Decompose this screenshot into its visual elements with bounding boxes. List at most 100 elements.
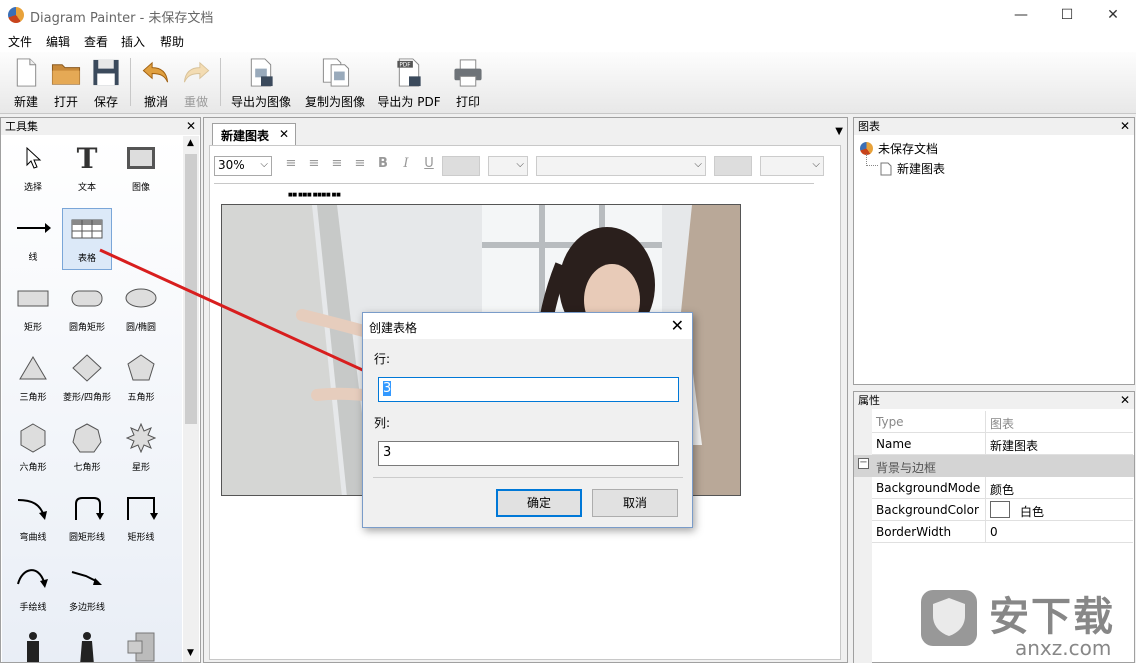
- tool-rounded-rectangle[interactable]: 圆角矩形: [62, 278, 112, 340]
- font-color-swatch[interactable]: [442, 156, 480, 176]
- properties-pane-close-icon[interactable]: ✕: [1120, 392, 1130, 409]
- minimize-button[interactable]: —: [998, 0, 1044, 30]
- fill-color-swatch[interactable]: [714, 156, 752, 176]
- collapse-icon[interactable]: −: [858, 458, 869, 469]
- align-right-icon[interactable]: ≡: [328, 156, 346, 176]
- tool-image[interactable]: 图像: [116, 138, 166, 200]
- zoom-select[interactable]: 30% ⌵: [214, 156, 272, 176]
- tool-computer[interactable]: [116, 628, 166, 662]
- redo-button[interactable]: 重做: [180, 54, 212, 110]
- scroll-up-icon[interactable]: ▲: [187, 138, 194, 148]
- align-center-icon[interactable]: ≡: [305, 156, 323, 176]
- close-button[interactable]: ✕: [1090, 0, 1136, 30]
- italic-button[interactable]: I: [397, 156, 415, 176]
- undo-button[interactable]: 撤消: [140, 54, 172, 110]
- align-left-icon[interactable]: ≡: [282, 156, 300, 176]
- tool-ellipse[interactable]: 圆/椭圆: [116, 278, 166, 340]
- rounded-connector-icon: [75, 497, 104, 520]
- menu-view[interactable]: 查看: [84, 33, 108, 50]
- tool-line[interactable]: 线: [8, 208, 58, 270]
- copy-image-button[interactable]: 复制为图像: [304, 54, 366, 110]
- tool-select[interactable]: 选择: [8, 138, 58, 200]
- property-row[interactable]: Type 图表: [872, 411, 1133, 433]
- export-pdf-button[interactable]: PDF 导出为 PDF: [377, 54, 441, 110]
- tool-hexagon[interactable]: 六角形: [8, 418, 58, 480]
- rounded-rectangle-icon: [71, 290, 103, 307]
- rows-input[interactable]: 3: [378, 377, 679, 402]
- tool-triangle[interactable]: 三角形: [8, 348, 58, 410]
- property-group-header[interactable]: − 背景与边框: [854, 455, 1134, 477]
- menu-bar: 文件 编辑 查看 插入 帮助: [0, 30, 1136, 52]
- underline-button[interactable]: U: [420, 156, 438, 176]
- tool-pentagon[interactable]: 五角形: [116, 348, 166, 410]
- toolbox-scrollbar[interactable]: ▲ ▼: [183, 136, 199, 662]
- columns-input[interactable]: 3: [378, 441, 679, 466]
- justify-icon[interactable]: ≡: [351, 156, 369, 176]
- toolbox-scroll-thumb[interactable]: [185, 154, 197, 424]
- dialog-title-bar: 创建表格 ✕: [363, 313, 692, 339]
- toolbar-separator: [130, 58, 131, 106]
- tool-polyline[interactable]: 多边形线: [62, 558, 112, 620]
- maximize-button[interactable]: ☐: [1044, 0, 1090, 30]
- create-table-dialog: 创建表格 ✕ 行: 3 列: 3 确定 取消: [362, 312, 693, 528]
- color-swatch: [990, 501, 1010, 518]
- print-button[interactable]: 打印: [452, 54, 484, 110]
- font-family-select[interactable]: ⌵: [536, 156, 706, 176]
- new-file-icon: [16, 58, 37, 87]
- tool-rectangle[interactable]: 矩形: [8, 278, 58, 340]
- tool-person-man[interactable]: [8, 628, 58, 662]
- title-bar: Diagram Painter - 未保存文档 — ☐ ✕: [0, 0, 1136, 30]
- tool-curved-line[interactable]: 弯曲线: [8, 488, 58, 550]
- menu-insert[interactable]: 插入: [121, 33, 145, 50]
- ok-button[interactable]: 确定: [496, 489, 582, 517]
- menu-help[interactable]: 帮助: [160, 33, 184, 50]
- new-button[interactable]: 新建: [10, 54, 42, 110]
- toolbox-header: 工具集 ✕: [1, 118, 200, 135]
- menu-edit[interactable]: 编辑: [46, 33, 70, 50]
- copy-image-icon: [322, 58, 350, 87]
- chevron-down-icon: ⌵: [812, 159, 820, 170]
- font-size-select[interactable]: ⌵: [488, 156, 528, 176]
- tool-rounded-connector[interactable]: 圆矩形线: [62, 488, 112, 550]
- properties-pane-header: 属性 ✕: [854, 392, 1134, 409]
- bold-button[interactable]: B: [374, 156, 392, 176]
- format-bar: 30% ⌵ ≡ ≡ ≡ ≡ B I U ⌵ ⌵ ⌵: [210, 154, 840, 180]
- cancel-button[interactable]: 取消: [592, 489, 678, 517]
- tool-star[interactable]: 星形: [116, 418, 166, 480]
- scroll-down-icon[interactable]: ▼: [187, 648, 194, 658]
- toolbar-separator: [220, 58, 221, 106]
- property-row[interactable]: BackgroundColor 白色: [872, 499, 1133, 521]
- tool-text[interactable]: T 文本: [62, 138, 112, 200]
- save-button[interactable]: 保存: [90, 54, 122, 110]
- tool-freehand[interactable]: 手绘线: [8, 558, 58, 620]
- tool-diamond[interactable]: 菱形/四角形: [62, 348, 112, 410]
- property-row[interactable]: Name 新建图表: [872, 433, 1133, 455]
- tab-list-dropdown-icon[interactable]: ▼: [835, 126, 843, 137]
- watermark-text: 安下载: [989, 594, 1115, 640]
- undo-icon: [142, 61, 169, 83]
- toolbox-title: 工具集: [5, 120, 38, 133]
- star-icon: [126, 423, 156, 453]
- export-image-button[interactable]: 导出为图像: [230, 54, 292, 110]
- printer-icon: [454, 59, 482, 87]
- app-icon: [8, 7, 24, 23]
- rect-connector-icon: [127, 497, 158, 520]
- tool-heptagon[interactable]: 七角形: [62, 418, 112, 480]
- floppy-icon: [93, 59, 119, 86]
- tool-person-woman[interactable]: [62, 628, 112, 662]
- menu-file[interactable]: 文件: [8, 33, 32, 50]
- tree-item-new-chart[interactable]: 新建图表: [880, 160, 945, 177]
- tool-table[interactable]: 表格: [62, 208, 112, 270]
- ellipse-icon: [125, 288, 157, 308]
- watermark: 安下载 anxz.com: [915, 578, 1135, 663]
- property-row[interactable]: BorderWidth 0: [872, 521, 1133, 543]
- toolbox-close-icon[interactable]: ✕: [186, 118, 196, 135]
- tab-new-chart[interactable]: 新建图表 ✕: [212, 123, 296, 145]
- line-style-select[interactable]: ⌵: [760, 156, 824, 176]
- property-row[interactable]: BackgroundMode 颜色: [872, 477, 1133, 499]
- charts-pane-close-icon[interactable]: ✕: [1120, 118, 1130, 135]
- tab-close-icon[interactable]: ✕: [279, 127, 289, 141]
- open-button[interactable]: 打开: [50, 54, 82, 110]
- tool-rect-connector[interactable]: 矩形线: [116, 488, 166, 550]
- dialog-close-icon[interactable]: ✕: [671, 316, 684, 335]
